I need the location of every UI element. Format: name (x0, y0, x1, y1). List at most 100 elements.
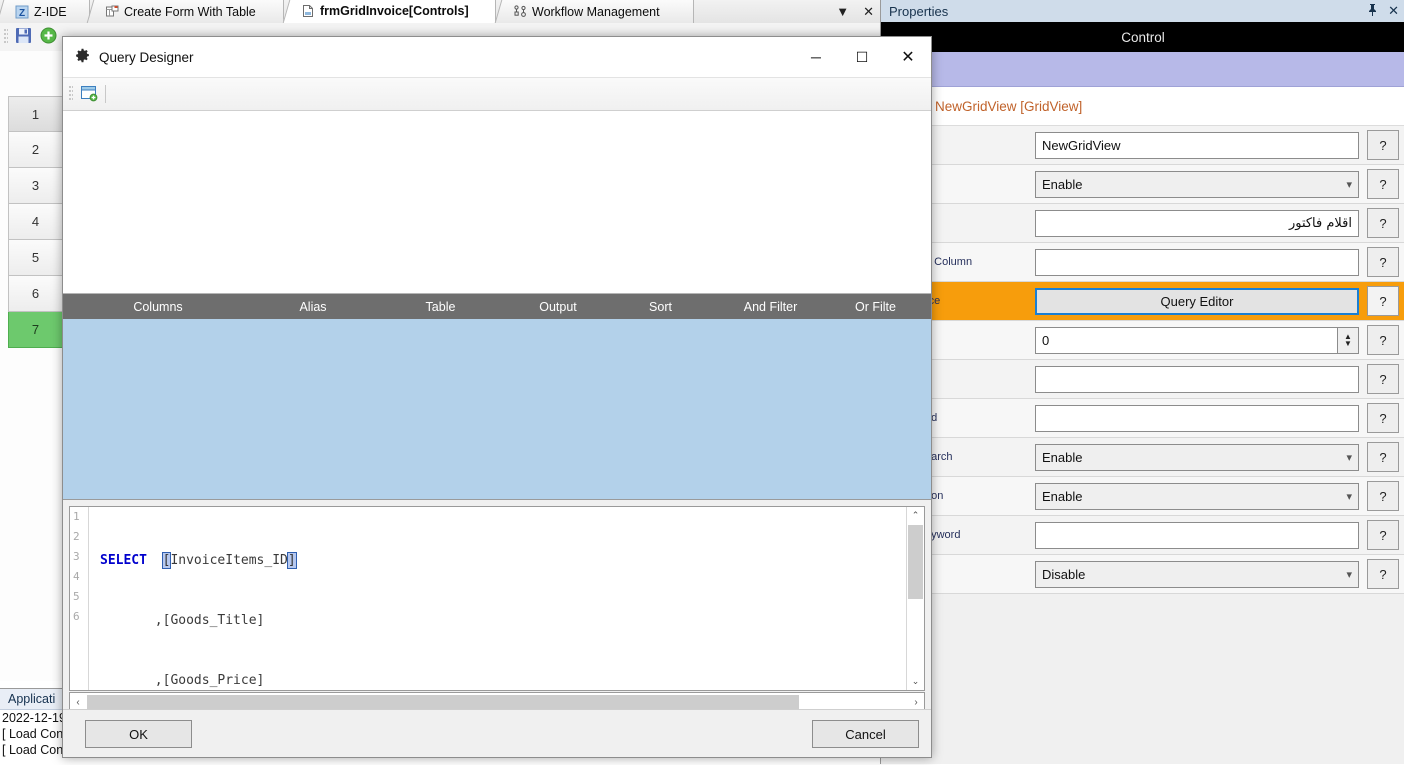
control-section-label: Control (1121, 29, 1165, 45)
save-icon[interactable] (14, 26, 33, 48)
window-buttons: ─ ☐ ✕ (793, 37, 931, 77)
help-button[interactable]: ? (1367, 169, 1399, 199)
spinner-stepper[interactable]: ▲ ▼ (1337, 327, 1358, 353)
tab-strip-controls: ▼ ✕ (836, 0, 874, 23)
help-button[interactable]: ? (1367, 403, 1399, 433)
property-value-combo[interactable]: Enable ▾ (1035, 443, 1359, 471)
svg-text:Z: Z (19, 8, 25, 19)
ok-button[interactable]: OK (85, 720, 192, 748)
property-row-search: earch Enable ▾ ? (881, 438, 1404, 477)
help-button[interactable]: ? (1367, 364, 1399, 394)
selected-object-name: NewGridView [GridView] (935, 98, 1083, 114)
tab-close-icon[interactable]: ✕ (863, 5, 874, 18)
chevron-down-icon: ▾ (1346, 568, 1352, 581)
property-value-combo[interactable]: Enable ▾ (1035, 482, 1359, 510)
tab-label: Workflow Management (532, 4, 660, 19)
tab-list-chevron-down-icon[interactable]: ▼ (836, 5, 849, 18)
row-number[interactable]: 3 (8, 168, 63, 204)
cancel-button[interactable]: Cancel (812, 720, 919, 748)
tab-z-ide[interactable]: Z Z-IDE (0, 0, 90, 23)
property-value-spinner[interactable]: 0 ▲ ▼ (1035, 326, 1359, 354)
toolbar-grip[interactable] (69, 86, 73, 102)
help-button[interactable]: ? (1367, 520, 1399, 550)
scroll-thumb-vertical[interactable] (908, 525, 923, 599)
property-value-input[interactable] (1035, 521, 1359, 549)
properties-panel-header: Properties ✕ (881, 0, 1404, 22)
sql-vertical-scrollbar[interactable]: ⌃ ⌄ (906, 507, 924, 690)
combo-value: Enable (1042, 176, 1083, 192)
help-button[interactable]: ? (1367, 481, 1399, 511)
scroll-thumb-horizontal[interactable] (87, 695, 799, 709)
help-button[interactable]: ? (1367, 559, 1399, 589)
grid-header-table[interactable]: Table (373, 300, 508, 314)
tab-label: Create Form With Table (124, 4, 256, 19)
query-grid-body[interactable] (63, 319, 931, 500)
help-button[interactable]: ? (1367, 208, 1399, 238)
tab-create-form-with-table[interactable]: Create Form With Table (86, 0, 284, 23)
tab-workflow-management[interactable]: Workflow Management (494, 0, 694, 23)
diagram-pane[interactable] (63, 111, 931, 294)
property-row-title: اقلام فاکتور ? (881, 204, 1404, 243)
properties-subheader: ties (881, 52, 1404, 87)
property-value-input[interactable] (1035, 365, 1359, 393)
line-number: 1 (73, 510, 80, 523)
property-row-column: e Column ? (881, 243, 1404, 282)
toolbar-grip[interactable] (4, 29, 8, 45)
property-value-input-rtl[interactable]: اقلام فاکتور (1035, 209, 1359, 237)
tab-frm-grid-invoice-controls[interactable]: frmGridInvoice[Controls] (282, 0, 496, 23)
editor-tab-strip: Z Z-IDE Create Form With Table frmGridIn… (0, 0, 880, 24)
row-header-strip: 1 2 3 4 5 6 7 (8, 96, 63, 348)
row-number[interactable]: 2 (8, 132, 63, 168)
help-button[interactable]: ? (1367, 286, 1399, 316)
chevron-down-icon: ▾ (1346, 178, 1352, 191)
add-table-icon[interactable] (80, 84, 98, 105)
scroll-up-icon[interactable]: ⌃ (907, 507, 924, 524)
grid-header-and-filter[interactable]: And Filter (713, 300, 828, 314)
scroll-right-icon[interactable]: › (908, 697, 924, 708)
toolbar-separator (105, 85, 106, 103)
help-button[interactable]: ? (1367, 442, 1399, 472)
grid-header-columns[interactable]: Columns (63, 300, 253, 314)
dialog-title-bar[interactable]: Query Designer ─ ☐ ✕ (63, 37, 931, 78)
property-value-combo[interactable]: Disable ▾ (1035, 560, 1359, 588)
dialog-footer: OK Cancel (63, 709, 931, 757)
close-button[interactable]: ✕ (885, 37, 931, 77)
property-value-input[interactable]: NewGridView (1035, 131, 1359, 159)
property-row-name: NewGridView ? (881, 126, 1404, 165)
scroll-left-icon[interactable]: ‹ (70, 697, 86, 708)
row-number[interactable]: 1 (8, 96, 63, 132)
help-button[interactable]: ? (1367, 247, 1399, 277)
grid-header-alias[interactable]: Alias (253, 300, 373, 314)
row-number-selected[interactable]: 7 (8, 312, 63, 348)
property-value-combo[interactable]: Enable ▾ (1035, 170, 1359, 198)
combo-value: Enable (1042, 449, 1083, 465)
row-number[interactable]: 5 (8, 240, 63, 276)
row-number[interactable]: 4 (8, 204, 63, 240)
grid-header-or-filter[interactable]: Or Filte (828, 300, 923, 314)
property-value-input[interactable] (1035, 404, 1359, 432)
sql-code-text[interactable]: SELECT [InvoiceItems_ID] ,[Goods_Title] … (100, 511, 902, 690)
add-green-icon[interactable] (39, 26, 58, 48)
control-section-bar: Control (881, 22, 1404, 52)
pin-icon[interactable] (1367, 3, 1378, 19)
help-button[interactable]: ? (1367, 130, 1399, 160)
tab-label: Z-IDE (34, 4, 67, 19)
line-number: 2 (73, 530, 80, 543)
query-editor-button[interactable]: Query Editor (1035, 287, 1359, 315)
minimize-button[interactable]: ─ (793, 37, 839, 77)
close-icon[interactable]: ✕ (1388, 3, 1399, 19)
sql-editor[interactable]: 1 2 3 4 5 6 SELECT [InvoiceItems_ID] ,[G… (69, 506, 925, 691)
help-button[interactable]: ? (1367, 325, 1399, 355)
row-number[interactable]: 6 (8, 276, 63, 312)
line-number: 4 (73, 570, 80, 583)
maximize-button[interactable]: ☐ (839, 37, 885, 77)
log-tab-application[interactable]: Applicati (0, 692, 63, 706)
sql-line-number-gutter: 1 2 3 4 5 6 (70, 507, 89, 690)
chevron-down-icon: ▾ (1346, 451, 1352, 464)
property-row-keyword: eyword ? (881, 516, 1404, 555)
grid-header-output[interactable]: Output (508, 300, 608, 314)
properties-title: Properties (889, 3, 949, 19)
grid-header-sort[interactable]: Sort (608, 300, 713, 314)
scroll-down-icon[interactable]: ⌄ (907, 673, 924, 690)
property-value-input[interactable] (1035, 248, 1359, 276)
